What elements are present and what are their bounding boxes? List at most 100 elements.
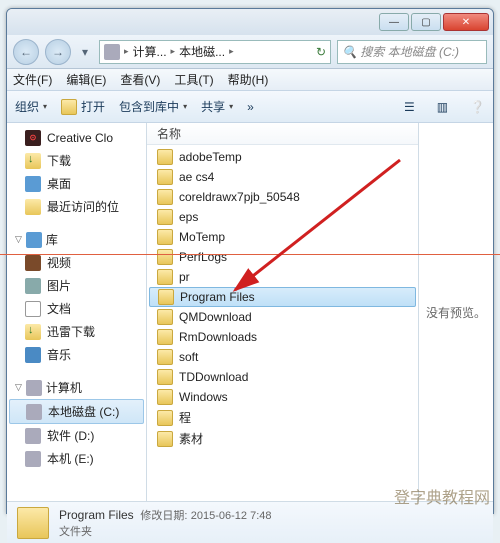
help-icon[interactable]: ❔ bbox=[470, 100, 485, 114]
file-name: 程 bbox=[179, 409, 191, 426]
file-row[interactable]: coreldrawx7pjb_50548 bbox=[147, 187, 418, 207]
file-row[interactable]: pr bbox=[147, 267, 418, 287]
more-button[interactable]: » bbox=[247, 100, 254, 114]
file-name: TDDownload bbox=[179, 370, 248, 384]
folder-icon bbox=[157, 309, 173, 325]
drive-icon bbox=[25, 428, 41, 444]
file-name: MoTemp bbox=[179, 230, 225, 244]
menu-tools[interactable]: 工具(T) bbox=[174, 71, 213, 88]
download-icon bbox=[25, 324, 41, 340]
sidebar-computer[interactable]: ▽计算机 bbox=[7, 376, 146, 399]
folder-icon bbox=[157, 431, 173, 447]
creative-cloud-icon: ⊙ bbox=[25, 130, 41, 146]
search-input[interactable]: 🔍 搜索 本地磁盘 (C:) bbox=[337, 40, 487, 64]
minimize-button[interactable]: — bbox=[379, 13, 409, 31]
search-placeholder: 搜索 本地磁盘 (C:) bbox=[360, 43, 459, 60]
file-name: pr bbox=[179, 270, 190, 284]
folder-icon bbox=[157, 249, 173, 265]
music-icon bbox=[25, 347, 41, 363]
explorer-window: — ▢ ✕ ← → ▾ ▸ 计算... ▸ 本地磁... ▸ ↻ 🔍 搜索 本地… bbox=[6, 8, 494, 514]
toolbar: 组织▾ 打开 包含到库中▾ 共享▾ » ☰ ▥ ❔ bbox=[7, 91, 493, 123]
file-name: RmDownloads bbox=[179, 330, 257, 344]
chevron-right-icon: ▸ bbox=[171, 46, 176, 57]
file-name: soft bbox=[179, 350, 198, 364]
sidebar-item-documents[interactable]: 文档 bbox=[7, 297, 146, 320]
file-name: Program Files bbox=[180, 290, 255, 304]
sidebar-item-recent[interactable]: 最近访问的位 bbox=[7, 195, 146, 218]
folder-icon bbox=[61, 99, 77, 115]
file-row[interactable]: Windows bbox=[147, 387, 418, 407]
forward-button[interactable]: → bbox=[45, 39, 71, 65]
file-row[interactable]: QMDownload bbox=[147, 307, 418, 327]
file-row[interactable]: 素材 bbox=[147, 428, 418, 449]
sidebar-item-drive-d[interactable]: 软件 (D:) bbox=[7, 424, 146, 447]
file-name: adobeTemp bbox=[179, 150, 242, 164]
nav-pane: ⊙Creative Clo 下载 桌面 最近访问的位 ▽库 视频 图片 文档 迅… bbox=[7, 123, 147, 501]
folder-icon bbox=[157, 410, 173, 426]
preview-pane-icon[interactable]: ▥ bbox=[437, 100, 448, 114]
view-options-icon[interactable]: ☰ bbox=[404, 100, 415, 114]
folder-icon bbox=[17, 507, 49, 539]
sidebar-item-music[interactable]: 音乐 bbox=[7, 343, 146, 366]
file-row[interactable]: RmDownloads bbox=[147, 327, 418, 347]
file-row[interactable]: 程 bbox=[147, 407, 418, 428]
history-dropdown[interactable]: ▾ bbox=[77, 39, 93, 65]
annotation-line bbox=[0, 254, 500, 255]
preview-text: 没有预览。 bbox=[426, 304, 486, 321]
file-name: 素材 bbox=[179, 430, 203, 447]
file-row[interactable]: eps bbox=[147, 207, 418, 227]
share-button[interactable]: 共享▾ bbox=[201, 98, 233, 115]
sidebar-item-downloads[interactable]: 下载 bbox=[7, 149, 146, 172]
sidebar-item-drive-c[interactable]: 本地磁盘 (C:) bbox=[9, 399, 144, 424]
menu-bar: 文件(F) 编辑(E) 查看(V) 工具(T) 帮助(H) bbox=[7, 69, 493, 91]
chevron-right-icon: ▸ bbox=[124, 46, 129, 57]
file-list: 名称 adobeTemp ae cs4coreldrawx7pjb_50548ep… bbox=[147, 123, 419, 501]
drive-icon bbox=[25, 451, 41, 467]
organize-button[interactable]: 组织▾ bbox=[15, 98, 47, 115]
file-row[interactable]: PerfLogs bbox=[147, 247, 418, 267]
file-row[interactable]: ae cs4 bbox=[147, 167, 418, 187]
file-name: Windows bbox=[179, 390, 228, 404]
column-header-name[interactable]: 名称 bbox=[147, 123, 418, 145]
folder-icon bbox=[157, 329, 173, 345]
file-row[interactable]: Program Files bbox=[149, 287, 416, 307]
menu-view[interactable]: 查看(V) bbox=[120, 71, 160, 88]
sidebar-item-pictures[interactable]: 图片 bbox=[7, 274, 146, 297]
folder-icon bbox=[157, 189, 173, 205]
desktop-icon bbox=[25, 176, 41, 192]
menu-file[interactable]: 文件(F) bbox=[13, 71, 52, 88]
sidebar-item-desktop[interactable]: 桌面 bbox=[7, 172, 146, 195]
folder-icon bbox=[157, 209, 173, 225]
sidebar-item-drive-e[interactable]: 本机 (E:) bbox=[7, 447, 146, 470]
computer-icon bbox=[26, 380, 42, 396]
file-name: eps bbox=[179, 210, 198, 224]
close-button[interactable]: ✕ bbox=[443, 13, 489, 31]
file-row[interactable]: adobeTemp bbox=[147, 147, 418, 167]
download-icon bbox=[25, 153, 41, 169]
body: ⊙Creative Clo 下载 桌面 最近访问的位 ▽库 视频 图片 文档 迅… bbox=[7, 123, 493, 501]
watermark: 登字典教程网 bbox=[394, 484, 490, 508]
status-mod-value: 2015-06-12 7:48 bbox=[191, 510, 272, 522]
maximize-button[interactable]: ▢ bbox=[411, 13, 441, 31]
file-row[interactable]: TDDownload bbox=[147, 367, 418, 387]
folder-icon bbox=[157, 349, 173, 365]
file-row[interactable]: MoTemp bbox=[147, 227, 418, 247]
menu-help[interactable]: 帮助(H) bbox=[228, 71, 269, 88]
include-button[interactable]: 包含到库中▾ bbox=[119, 98, 187, 115]
open-button[interactable]: 打开 bbox=[61, 98, 105, 115]
menu-edit[interactable]: 编辑(E) bbox=[66, 71, 106, 88]
sidebar-item-thunder[interactable]: 迅雷下载 bbox=[7, 320, 146, 343]
file-name: QMDownload bbox=[179, 310, 252, 324]
back-button[interactable]: ← bbox=[13, 39, 39, 65]
expand-icon: ▽ bbox=[15, 382, 22, 393]
refresh-icon[interactable]: ↻ bbox=[316, 45, 326, 59]
folder-icon bbox=[158, 289, 174, 305]
sidebar-item-cc[interactable]: ⊙Creative Clo bbox=[7, 127, 146, 149]
sidebar-libraries[interactable]: ▽库 bbox=[7, 228, 146, 251]
address-bar[interactable]: ▸ 计算... ▸ 本地磁... ▸ ↻ bbox=[99, 40, 331, 64]
file-row[interactable]: soft bbox=[147, 347, 418, 367]
folder-icon bbox=[157, 369, 173, 385]
drive-icon bbox=[26, 404, 42, 420]
breadcrumb-seg[interactable]: 本地磁... bbox=[179, 43, 225, 60]
breadcrumb-seg[interactable]: 计算... bbox=[133, 43, 167, 60]
